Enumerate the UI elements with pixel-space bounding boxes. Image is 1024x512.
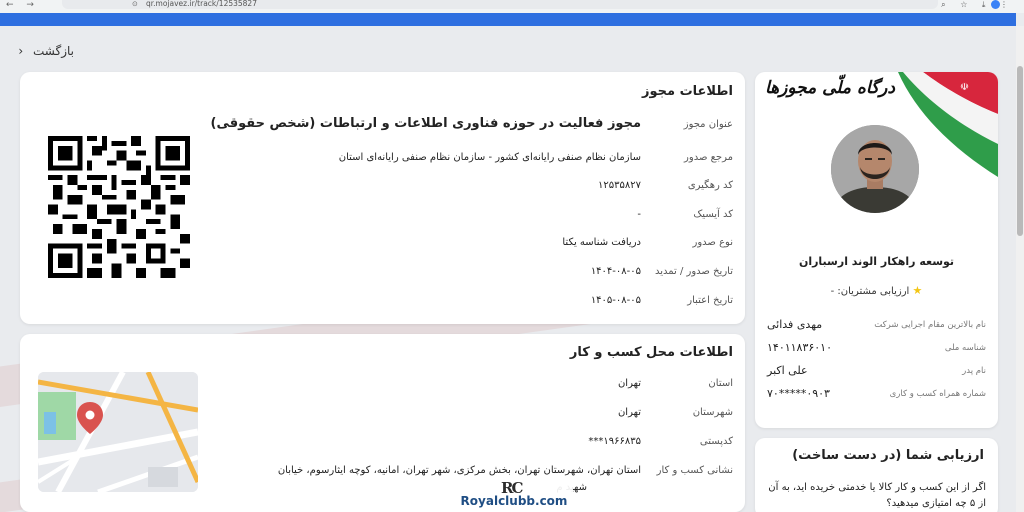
row-label: شماره همراه کسب و کاری (889, 389, 986, 399)
business-profile-card: ☫ درگاه ملّی مجوزها توسعه راهکار الوند ا… (755, 72, 998, 428)
row-value: ۱۴۰۱۱۸۳۶۰۱۰ (767, 341, 832, 354)
row-value: مهدی فدائی (767, 318, 823, 331)
profile-row-father-name: نام پدر علی اکبر (767, 363, 986, 383)
license-row-type: نوع صدور دریافت شناسه یکتا (233, 237, 733, 257)
profile-icon[interactable] (991, 0, 1000, 9)
back-link[interactable]: بازگشت ‹ (18, 44, 74, 58)
business-section-title: اطلاعات محل کسب و کار (569, 345, 733, 360)
row-value: علی اکبر (767, 364, 808, 377)
watermark: RC Royalclubb.com (455, 479, 573, 509)
url-text[interactable]: qr.mojavez.ir/track/12535827 (146, 0, 257, 8)
row-value: سازمان نظام صنفی رایانه‌ای کشور - سازمان… (338, 152, 641, 163)
license-row-issuer: مرجع صدور سازمان نظام صنفی رایانه‌ای کشو… (233, 152, 733, 172)
site-header (0, 13, 1016, 26)
row-label: عنوان مجوز (683, 119, 733, 130)
license-info-card: اطلاعات مجوز عنوان مجوز مجوز فعالیت در ح… (20, 72, 745, 324)
license-row-expiry: تاریخ اعتبار ۱۴۰۵-۰۸-۰۵ (233, 295, 733, 315)
business-row-county: شهرستان تهران (233, 407, 733, 427)
customer-rating-label: ارزیابی مشتریان: - (830, 286, 910, 297)
row-label: کد رهگیری (687, 180, 733, 191)
business-row-province: استان تهران (233, 378, 733, 398)
row-value: ۰۹۰۳*****۷۰ (767, 387, 830, 400)
rating-question: اگر از این کسب و کار کالا یا خدمتی خریده… (768, 482, 986, 509)
browser-action-icons[interactable]: ⌕ ☆ ⤓ ⋮ (941, 0, 1014, 9)
row-value: ۱۲۵۳۵۸۲۷ (598, 180, 641, 191)
row-label: شهرستان (692, 407, 733, 418)
business-location-card: اطلاعات محل کسب و کار استان تهران شهرستا… (20, 334, 745, 512)
row-label: تاریخ اعتبار (687, 295, 733, 306)
row-label: نوع صدور (692, 237, 734, 248)
license-row-title: عنوان مجوز مجوز فعالیت در حوزه فناوری اط… (211, 116, 733, 139)
customer-rating: ★ ارزیابی مشتریان: - (755, 284, 998, 297)
page-scrollbar[interactable] (1016, 26, 1024, 512)
watermark-text: Royalclubb.com (460, 494, 568, 508)
profile-row-national-id: شناسه ملی ۱۴۰۱۱۸۳۶۰۱۰ (767, 340, 986, 360)
license-row-issue-date: تاریخ صدور / تمدید ۱۴۰۴-۰۸-۰۵ (233, 266, 733, 286)
license-title-value: مجوز فعالیت در حوزه فناوری اطلاعات و ارت… (210, 116, 641, 131)
scrollbar-thumb[interactable] (1017, 66, 1023, 236)
row-label: نام بالاترین مقام اجرایی شرکت (874, 320, 986, 330)
browser-toolbar: ← → ⊙ qr.mojavez.ir/track/12535827 ⌕ ☆ ⤓… (0, 0, 1024, 13)
chevron-left-icon: ‹ (18, 44, 24, 58)
row-value: ۱۴۰۵-۰۸-۰۵ (590, 295, 641, 306)
row-label: مرجع صدور (684, 152, 733, 163)
brand-logo: درگاه ملّی مجوزها (765, 78, 895, 98)
profile-row-mobile: شماره همراه کسب و کاری ۰۹۰۳*****۷۰ (767, 386, 986, 406)
license-row-isic: کد آیسیک - (233, 209, 733, 229)
qr-code (48, 136, 190, 278)
row-label: کد آیسیک (693, 209, 733, 220)
profile-row-manager: نام بالاترین مقام اجرایی شرکت مهدی فدائی (767, 317, 986, 337)
row-label: نام پدر (962, 366, 986, 376)
row-label: شناسه ملی (944, 343, 986, 353)
manager-photo (831, 125, 919, 213)
location-map[interactable] (38, 372, 198, 492)
site-info-icon[interactable]: ⊙ (132, 0, 138, 8)
business-row-postal: کدپستی ۱۹۶۶۸۳۵*** (233, 436, 733, 456)
address-bar[interactable]: ⊙ qr.mojavez.ir/track/12535827 (62, 0, 938, 9)
license-section-title: اطلاعات مجوز (642, 84, 733, 99)
address-value: استان تهران، شهرستان تهران، بخش مرکزی، ش… (277, 465, 641, 476)
star-icon: ★ (912, 284, 923, 297)
row-value: تهران (617, 378, 641, 389)
row-value: - (637, 209, 641, 220)
svg-text:☫: ☫ (960, 82, 969, 93)
rating-title: ارزیابی شما (در دست ساخت) (792, 448, 984, 463)
back-label: بازگشت (33, 44, 74, 58)
license-row-tracking: کد رهگیری ۱۲۵۳۵۸۲۷ (233, 180, 733, 200)
row-label: نشانی کسب و کار (656, 465, 733, 476)
row-value: تهران (617, 407, 641, 418)
row-label: کدپستی (699, 436, 733, 447)
user-rating-card: ارزیابی شما (در دست ساخت) اگر از این کسب… (755, 438, 998, 512)
row-value: ۱۹۶۶۸۳۵*** (588, 436, 641, 447)
row-label: تاریخ صدور / تمدید (654, 266, 733, 277)
row-value: دریافت شناسه یکتا (562, 237, 641, 248)
row-value: ۱۴۰۴-۰۸-۰۵ (590, 266, 641, 277)
row-label: استان (708, 378, 733, 389)
browser-nav-icons[interactable]: ← → (6, 0, 39, 10)
company-name: توسعه راهکار الوند ارسباران (798, 255, 955, 268)
